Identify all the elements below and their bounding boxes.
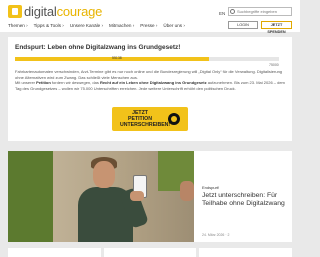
article-card[interactable] [8, 248, 101, 257]
progress-count: 55138 [112, 56, 122, 60]
logo-icon [8, 4, 22, 18]
campaign-paragraph-1: Fahrkartenautomaten verschwinden, Arzt-T… [15, 69, 283, 80]
featured-article[interactable]: Endspurt! Jetzt unterschreiben: Für Teil… [8, 151, 292, 242]
campaign-text: Fahrkartenautomaten verschwinden, Arzt-T… [15, 69, 285, 91]
nav-item-tipps[interactable]: Tipps & Tools › [34, 23, 64, 28]
login-button[interactable]: LOGIN [228, 21, 258, 29]
language-switch[interactable]: EN [219, 11, 225, 16]
article-date: 24. März 2026 · 2 [202, 233, 230, 237]
campaign-badge-icon [168, 113, 180, 125]
article-photo [8, 151, 194, 242]
nav-item-presse[interactable]: Presse › [140, 23, 157, 28]
nav-item-kanaele[interactable]: Unsere Kanäle › [70, 23, 103, 28]
main-nav: Themen › Tipps & Tools › Unsere Kanäle ›… [8, 23, 185, 28]
signature-progress-bar [15, 57, 279, 61]
campaign-paragraph-2: Mit unserer Petition fordern wir deswege… [15, 80, 285, 91]
article-title[interactable]: Jetzt unterschreiben: Für Teilhabe ohne … [202, 192, 288, 208]
progress-goal: 75000 [269, 63, 279, 67]
nav-item-mitmachen[interactable]: Mitmachen › [109, 23, 134, 28]
article-grid-peek [8, 248, 293, 257]
petition-link[interactable]: Petition [36, 80, 51, 85]
site-header: digitalcourage EN Suchbegriffe eingeben … [0, 0, 300, 34]
nav-item-ueber-uns[interactable]: Über uns › [163, 23, 184, 28]
article-card[interactable] [103, 248, 197, 257]
search-icon [230, 9, 235, 14]
campaign-card: Endspurt: Leben ohne Digitalzwang ins Gr… [8, 37, 292, 141]
logo-text: digitalcourage [24, 3, 103, 19]
article-text: Endspurt! Jetzt unterschreiben: Für Teil… [202, 151, 292, 242]
nav-item-themen[interactable]: Themen › [8, 23, 28, 28]
site-logo[interactable]: digitalcourage [8, 3, 102, 19]
article-card[interactable] [199, 248, 293, 257]
campaign-title: Endspurt: Leben ohne Digitalzwang ins Gr… [15, 44, 181, 51]
article-kicker: Endspurt! [202, 185, 220, 190]
sign-petition-label: JETZT PETITION UNTERSCHREIBEN! [120, 110, 171, 128]
search-input[interactable]: Suchbegriffe eingeben [228, 7, 292, 16]
donate-button[interactable]: JETZT SPENDEN [261, 21, 292, 34]
sign-petition-button[interactable]: JETZT PETITION UNTERSCHREIBEN! [112, 107, 188, 131]
